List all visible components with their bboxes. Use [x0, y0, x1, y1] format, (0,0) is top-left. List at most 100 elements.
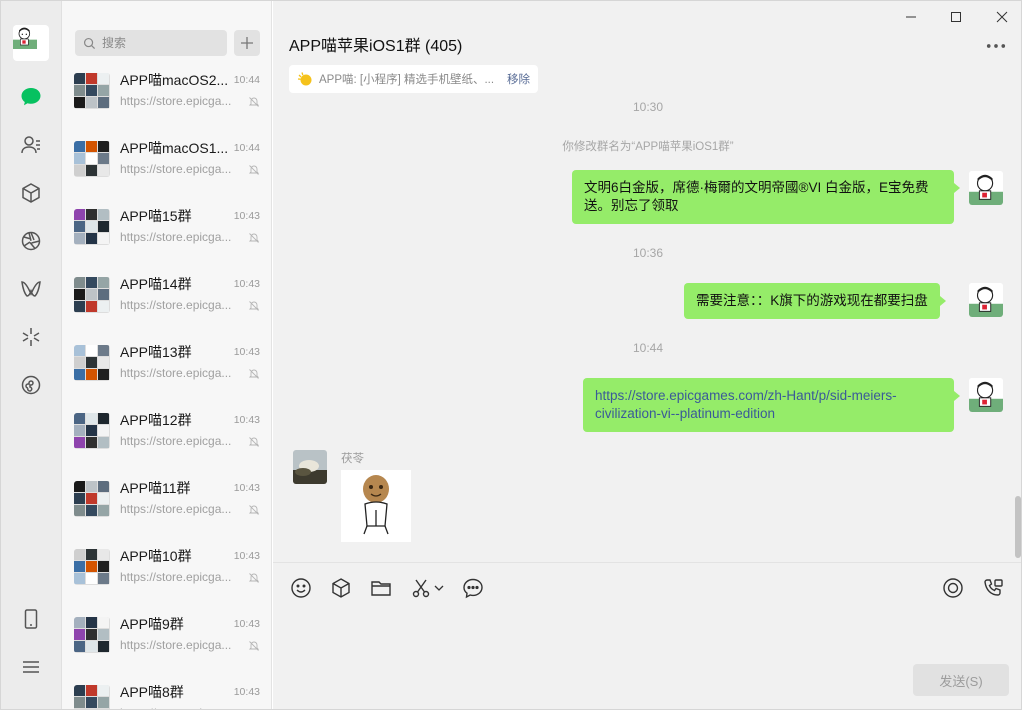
wechat-window: APP喵macOS2... 10:44 https://store.epicga… — [0, 0, 1022, 710]
call-button[interactable] — [981, 576, 1005, 600]
favorites-icon — [332, 578, 350, 598]
list-item[interactable]: APP喵14群 10:43 https://store.epicga... — [62, 268, 271, 336]
list-item[interactable]: APP喵12群 10:43 https://store.epicga... — [62, 404, 271, 472]
chat-preview: https://store.epicga... — [120, 298, 232, 312]
chat-name: APP喵macOS1... — [120, 140, 229, 156]
chat-time: 10:43 — [233, 414, 260, 426]
live-button[interactable] — [941, 576, 965, 600]
plus-icon — [241, 37, 253, 49]
list-item[interactable]: APP喵15群 10:43 https://store.epicga... — [62, 200, 271, 268]
mute-bell-icon — [248, 573, 260, 583]
message-list: 10:30 你修改群名为“APP喵苹果iOS1群” 文明6白金版，席德·梅爾的文… — [273, 101, 1021, 562]
group-avatar — [74, 481, 110, 517]
chat-preview: https://store.epicga... — [120, 502, 232, 516]
pinned-message[interactable]: APP喵: [小程序] 精选手机壁纸、... 移除 — [289, 65, 538, 93]
chat-icon[interactable] — [16, 82, 46, 112]
group-avatar — [74, 141, 110, 177]
chat-name: APP喵12群 — [120, 412, 192, 428]
nav-rail — [1, 1, 62, 709]
chat-history-button[interactable] — [461, 576, 485, 600]
more-button[interactable] — [985, 37, 1007, 55]
timestamp: 10:36 — [632, 246, 664, 260]
chat-preview: https://store.epicga... — [120, 434, 232, 448]
mute-bell-icon — [248, 165, 260, 175]
mute-bell-icon — [248, 505, 260, 515]
chat-time: 10:44 — [233, 142, 260, 154]
list-item[interactable]: APP喵10群 10:43 https://store.epicga... — [62, 540, 271, 608]
message-bubble[interactable]: 文明6白金版，席德·梅爾的文明帝國®VI 白金版，E宝免费 送。别忘了领取 — [572, 170, 960, 224]
close-icon — [996, 11, 1008, 23]
link-message-bubble[interactable]: https://store.epicgames.com/zh-Hant/p/si… — [583, 378, 960, 432]
pinned-remove-link[interactable]: 移除 — [507, 71, 530, 87]
minimize-button[interactable] — [900, 7, 922, 27]
list-item[interactable]: APP喵13群 10:43 https://store.epicga... — [62, 336, 271, 404]
channels-icon[interactable] — [16, 274, 46, 304]
chat-preview: https://store.epicga... — [120, 230, 232, 244]
group-avatar — [74, 685, 110, 709]
mute-bell-icon — [248, 437, 260, 447]
list-item[interactable]: APP喵8群 10:43 https://store.epicga... — [62, 676, 271, 709]
send-button[interactable]: 发送(S) — [913, 664, 1009, 696]
sender-avatar[interactable] — [293, 450, 327, 484]
chat-preview: https://store.epicga... — [120, 638, 232, 652]
list-item[interactable]: APP喵9群 10:43 https://store.epicga... — [62, 608, 271, 676]
favorites-icon[interactable] — [16, 178, 46, 208]
discover-icon[interactable] — [16, 322, 46, 352]
maximize-icon — [951, 12, 961, 22]
system-message: 你修改群名为“APP喵苹果iOS1群” — [562, 141, 734, 153]
chat-time: 10:43 — [233, 210, 260, 222]
chat-time: 10:43 — [233, 346, 260, 358]
chat-list-panel: APP喵macOS2... 10:44 https://store.epicga… — [62, 1, 272, 709]
message-bubble[interactable]: 需要注意：：K旗下的游戏现在都要扫盘 — [684, 283, 946, 319]
chat-preview: https://store.epicga... — [120, 366, 232, 380]
chat-name: APP喵macOS2... — [120, 72, 229, 88]
menu-icon[interactable] — [16, 652, 46, 682]
chat-title: APP喵苹果iOS1群 (405) — [289, 38, 463, 55]
mini-programs-icon[interactable] — [16, 370, 46, 400]
miniprogram-logo-icon — [297, 72, 312, 86]
list-item[interactable]: APP喵11群 10:43 https://store.epicga... — [62, 472, 271, 540]
list-item[interactable]: APP喵macOS1... 10:44 https://store.epicga… — [62, 132, 271, 200]
group-avatar — [74, 209, 110, 245]
my-message-avatar[interactable] — [969, 283, 1003, 317]
my-message-avatar[interactable] — [969, 171, 1003, 205]
sticker-image[interactable] — [341, 470, 411, 542]
file-button[interactable] — [369, 576, 393, 600]
minimize-icon — [906, 16, 916, 18]
chat-name: APP喵14群 — [120, 276, 192, 292]
search-icon — [83, 37, 96, 49]
close-button[interactable] — [991, 7, 1013, 27]
chevron-down-icon — [434, 585, 444, 591]
chat-history-icon — [463, 578, 483, 599]
chat-panel: APP喵苹果iOS1群 (405) APP喵: [小程序] 精选手机壁纸、...… — [273, 1, 1021, 709]
screenshot-options-button[interactable] — [433, 576, 445, 600]
input-area: 发送(S) — [273, 562, 1021, 709]
chat-list: APP喵macOS2... 10:44 https://store.epicga… — [62, 64, 271, 709]
timestamp: 10:30 — [632, 101, 664, 114]
favorites-button[interactable] — [329, 576, 353, 600]
emoji-button[interactable] — [289, 576, 313, 600]
message-scrollbar[interactable] — [1015, 496, 1021, 558]
my-message-avatar[interactable] — [969, 378, 1003, 412]
mute-bell-icon — [248, 233, 260, 243]
phone-icon[interactable] — [16, 604, 46, 634]
voice-call-icon — [984, 579, 1003, 596]
chat-time: 10:43 — [233, 618, 260, 630]
contacts-icon[interactable] — [16, 130, 46, 160]
moments-icon[interactable] — [16, 226, 46, 256]
chat-name: APP喵10群 — [120, 548, 192, 564]
search-input[interactable] — [102, 36, 222, 50]
list-item[interactable]: APP喵macOS2... 10:44 https://store.epicga… — [62, 64, 271, 132]
mute-bell-icon — [248, 369, 260, 379]
chat-preview: https://store.epicga... — [120, 162, 232, 176]
chat-preview: https://store.epicga... — [120, 570, 232, 584]
maximize-button[interactable] — [945, 7, 967, 27]
message-input[interactable] — [289, 609, 1007, 659]
emoji-icon — [291, 578, 311, 598]
chat-preview: https://store.epicga... — [120, 706, 242, 709]
add-button[interactable] — [234, 30, 260, 56]
search-box[interactable] — [75, 30, 227, 56]
chat-time: 10:43 — [233, 686, 260, 698]
my-avatar[interactable] — [13, 25, 49, 61]
screenshot-button[interactable] — [409, 576, 433, 600]
